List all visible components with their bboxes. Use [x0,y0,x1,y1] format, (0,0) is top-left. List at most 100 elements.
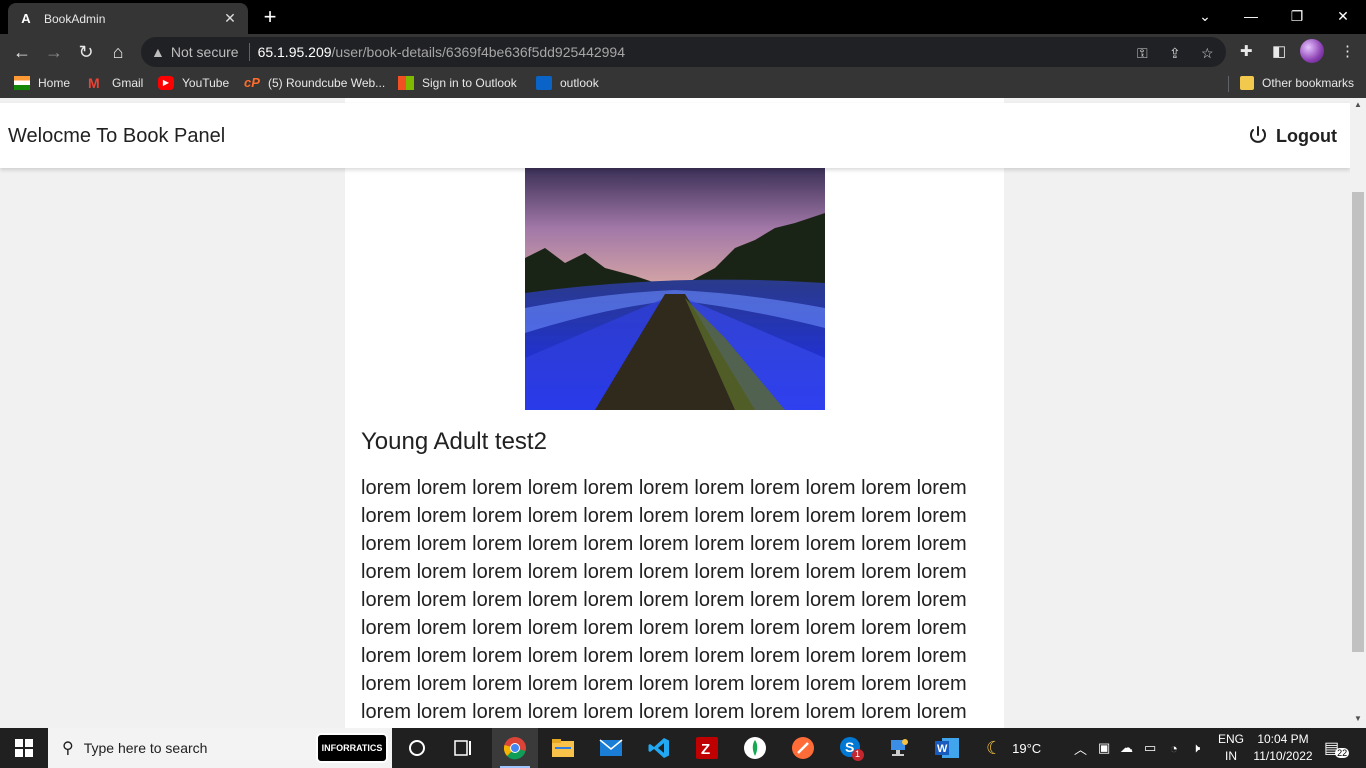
share-icon[interactable]: ⇪ [1169,45,1181,62]
bookmark-label: Gmail [112,76,144,90]
search-highlight-badge[interactable]: INFORRATICS [316,733,388,763]
page-viewport: Young Adult test2 lorem lorem lorem lore… [0,98,1350,728]
battery-icon[interactable]: ▭ [1144,728,1156,768]
postman-icon[interactable] [780,728,826,768]
divider [248,43,250,61]
scroll-down-icon[interactable]: ▼ [1354,714,1362,723]
system-clock[interactable]: 10:04 PM 11/10/2022 [1250,731,1316,765]
task-view-icon[interactable] [394,728,440,768]
tab-title: BookAdmin [44,11,106,26]
angular-icon: A [21,11,31,26]
other-bookmarks-label: Other bookmarks [1262,76,1355,90]
mail-icon[interactable] [588,728,634,768]
bookmark-label: (5) Roundcube Web... [268,76,386,90]
close-tab-icon[interactable]: ✕ [222,10,238,27]
scroll-thumb[interactable] [1352,192,1364,652]
chevron-up-icon: ︿ [1074,741,1088,757]
network-tool-icon[interactable] [876,728,922,768]
browser-toolbar: ← → ↻ ⌂ ▲ Not secure 65.1.95.209 /user/b… [0,34,1366,70]
vscode-icon[interactable] [636,728,682,768]
gmail-icon: M [88,75,100,91]
show-hidden-icons[interactable]: ︿ [1074,728,1087,768]
language-indicator[interactable]: ENG IN [1214,731,1248,765]
logout-label: Logout [1276,125,1337,146]
svg-text:W: W [937,743,948,755]
bookmark-label: outlook [560,76,599,90]
forward-icon[interactable]: → [40,38,68,66]
url-path: /user/book-details/6369f4be636f5dd925442… [331,44,625,60]
home-icon[interactable]: ⌂ [104,38,132,66]
bookmark-label: Sign in to Outlook [422,76,517,90]
svg-text:Z: Z [701,741,710,758]
clock-date: 11/10/2022 [1253,749,1313,763]
other-bookmarks[interactable]: Other bookmarks [1240,76,1354,90]
mongodb-compass-icon[interactable] [732,728,778,768]
security-label: Not secure [170,44,239,60]
bookmark-star-icon[interactable]: ☆ [1201,45,1214,62]
region-code: IN [1225,749,1237,763]
microsoft-icon [398,76,414,90]
power-icon [1250,126,1266,143]
weather-widget[interactable]: ☾ 19°C [986,728,1041,768]
book-card: Young Adult test2 lorem lorem lorem lore… [345,98,1004,728]
page-scrollbar[interactable]: ▲ ▼ [1350,98,1366,728]
widgets-icon[interactable] [440,728,486,768]
new-tab-button[interactable]: + [258,6,282,28]
bookmark-outlook[interactable]: outlook [536,76,599,90]
youtube-icon: ▶ [158,76,174,90]
bookmark-roundcube[interactable]: cP (5) Roundcube Web... [244,75,386,91]
warning-icon: ▲ [151,44,165,60]
book-title: Young Adult test2 [361,428,547,455]
notifications-button[interactable]: ▤ 22 [1324,728,1350,768]
tab-search-icon[interactable]: ⌄ [1182,0,1228,32]
logout-button[interactable]: Logout [1248,125,1337,147]
menu-icon[interactable]: ⋮ [1340,42,1355,60]
bookmarks-bar: Home M Gmail ▶ YouTube cP (5) Roundcube … [0,70,1366,98]
close-window-button[interactable]: ✕ [1320,0,1366,32]
url-host: 65.1.95.209 [257,44,332,60]
start-button[interactable] [0,728,48,768]
bookmark-gmail[interactable]: M Gmail [88,76,143,90]
folder-icon [1240,76,1254,90]
file-explorer-icon[interactable] [540,728,586,768]
bookmark-label: Home [38,76,71,90]
windows-taskbar: ⚲ Type here to search INFORRATICS Z S 1 [0,728,1366,768]
extensions-icon[interactable]: ✚ [1240,42,1253,60]
cpanel-icon: cP [244,75,260,90]
key-icon[interactable]: ⚿ [1137,45,1148,62]
windows-icon [15,739,33,757]
bookmark-sign-in-outlook[interactable]: Sign in to Outlook [398,76,517,90]
bookmark-label: YouTube [182,76,230,90]
bookmark-youtube[interactable]: ▶ YouTube [158,76,229,90]
back-icon[interactable]: ← [8,38,36,66]
browser-tab[interactable]: A BookAdmin ✕ [8,3,248,34]
profile-avatar[interactable] [1300,39,1324,63]
volume-icon[interactable]: 🕨 [1192,728,1200,768]
tab-strip: A BookAdmin ✕ + ⌄ — ❐ ✕ [0,0,1366,34]
divider [1228,76,1229,92]
search-icon: ⚲ [62,740,74,757]
restore-button[interactable]: ❐ [1274,0,1320,32]
book-description: lorem lorem lorem lorem lorem lorem lore… [361,477,967,723]
side-panel-icon[interactable]: ◧ [1272,42,1286,60]
notification-count: 22 [1335,748,1350,758]
address-bar[interactable]: ▲ Not secure 65.1.95.209 /user/book-deta… [141,37,1226,67]
wifi-icon[interactable]: ◔ [1170,728,1178,768]
minimize-button[interactable]: — [1228,0,1274,32]
bookmark-home[interactable]: Home [14,76,70,90]
search-placeholder: Type here to search [83,740,208,756]
skype-icon[interactable]: S 1 [828,728,874,768]
scroll-up-icon[interactable]: ▲ [1354,100,1362,109]
skype-badge-count: 1 [855,749,861,759]
clock-time: 10:04 PM [1257,732,1309,746]
word-icon[interactable]: W [924,728,970,768]
language-code: ENG [1217,732,1244,746]
filezilla-icon[interactable]: Z [684,728,730,768]
onedrive-icon[interactable]: ☁ [1120,728,1133,768]
chrome-icon[interactable] [492,728,538,768]
reload-icon[interactable]: ↻ [72,38,100,66]
book-cover-image [525,168,825,410]
app-header: Welocme To Book Panel Logout [0,103,1350,168]
outlook-icon [536,76,552,90]
tray-device-icon[interactable]: ▣ [1098,728,1110,768]
